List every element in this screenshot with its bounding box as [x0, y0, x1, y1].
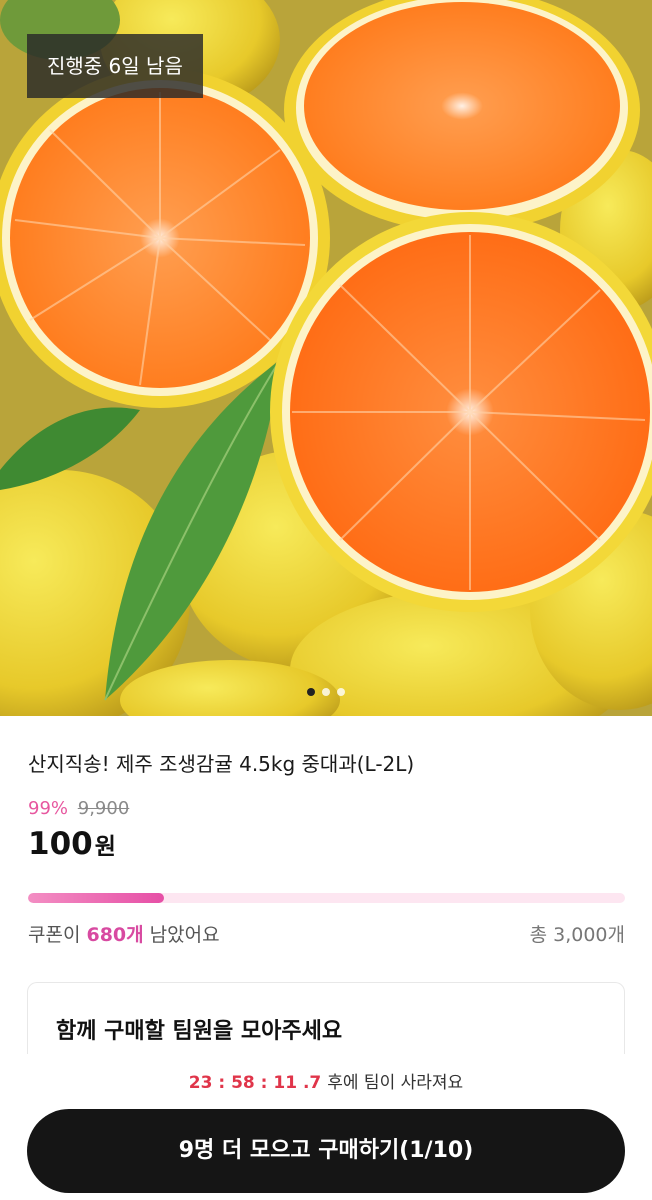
status-badge: 진행중 6일 남음: [27, 34, 203, 98]
mandarin-photo: [0, 0, 652, 716]
coupon-count: 680개: [86, 924, 144, 946]
bottom-action-bar: 23 : 58 : 11 .7 후에 팀이 사라져요 9명 더 모으고 구매하기(…: [0, 1054, 652, 1200]
carousel-dot-active[interactable]: [307, 688, 315, 696]
coupon-remaining: 쿠폰이 680개 남았어요: [28, 920, 220, 947]
coupon-prefix: 쿠폰이: [28, 924, 87, 946]
coupon-total: 총 3,000개: [529, 924, 625, 946]
team-card-title: 함께 구매할 팀원을 모아주세요: [56, 1019, 343, 1044]
coupon-status: 쿠폰이 680개 남았어요 총 3,000개: [28, 920, 625, 947]
discount-row: 99% 9,900: [28, 798, 129, 819]
sale-price: 100원: [28, 826, 116, 862]
timer-caption: 후에 팀이 사라져요: [327, 1073, 464, 1093]
discount-rate: 99%: [28, 798, 69, 819]
product-image[interactable]: 진행중 6일 남음: [0, 0, 652, 716]
price-value: 100: [28, 826, 93, 862]
carousel-dot[interactable]: [322, 688, 330, 696]
coupon-progress-bar: [28, 893, 625, 903]
product-title: 산지직송! 제주 조생감귤 4.5kg 중대과(L-2L): [28, 752, 415, 776]
team-timer: 23 : 58 : 11 .7 후에 팀이 사라져요: [0, 1068, 652, 1093]
team-purchase-button[interactable]: 9명 더 모으고 구매하기(1/10): [27, 1109, 625, 1193]
carousel-dot[interactable]: [337, 688, 345, 696]
coupon-suffix: 남았어요: [143, 924, 220, 946]
coupon-progress-fill: [28, 893, 164, 903]
price-unit: 원: [94, 834, 116, 860]
original-price: 9,900: [77, 798, 130, 819]
countdown-timer: 23 : 58 : 11 .7: [188, 1073, 322, 1093]
carousel-indicator: [0, 688, 652, 696]
